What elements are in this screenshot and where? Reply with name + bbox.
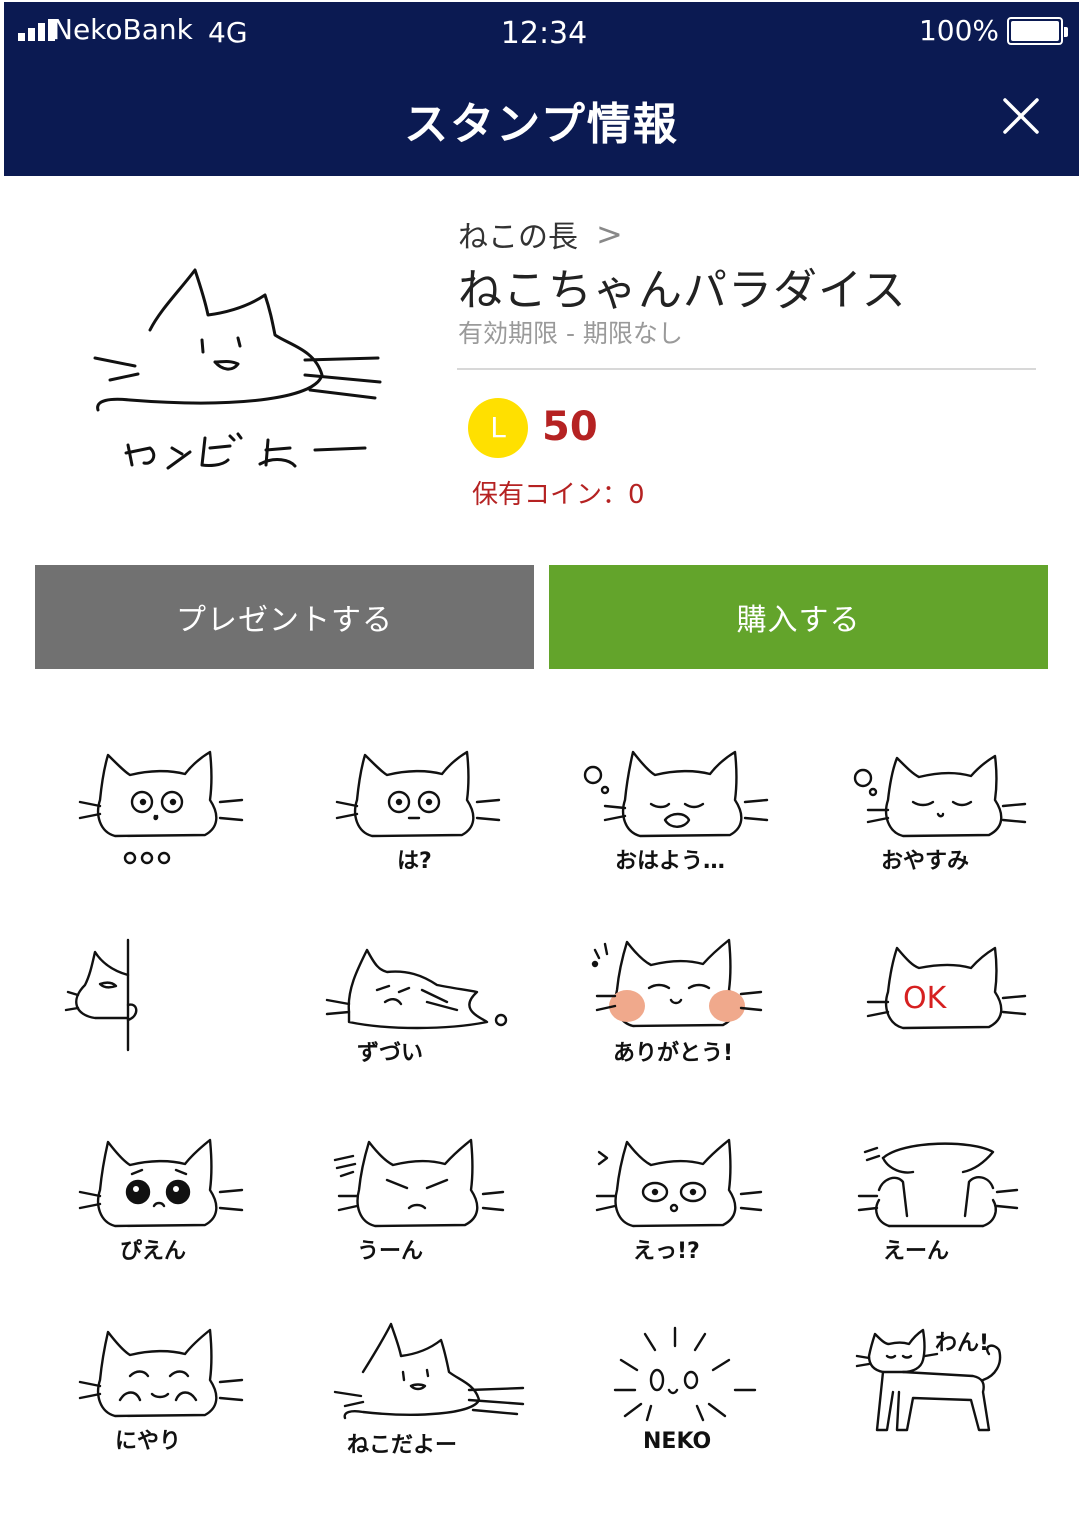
sticker-item[interactable] [70, 740, 270, 900]
page-title: スタンプ情報 [404, 99, 679, 150]
sticker-item[interactable] [64, 930, 270, 1090]
sticker-item[interactable]: NEKO [585, 1320, 785, 1480]
svg-text:うーん: うーん [357, 1239, 423, 1264]
cat-sticker-icon: ずづい [325, 948, 508, 1066]
sticker-item[interactable]: にやり [70, 1320, 270, 1480]
cat-sticker-icon: OK [866, 946, 1027, 1030]
sticker-item[interactable]: えっ!? [585, 1130, 785, 1290]
cat-sticker-icon: おやすみ [853, 754, 1027, 874]
svg-text:ねこだよー: ねこだよー [347, 1433, 457, 1458]
svg-text:にやり: にやり [115, 1429, 181, 1454]
svg-text:おはよう…: おはよう… [615, 849, 725, 874]
cat-sticker-icon: おはよう… [583, 750, 769, 874]
svg-text:は?: は? [397, 849, 432, 874]
cat-sticker-icon: えっ!? [595, 1138, 763, 1264]
validity-text: 有効期限 - 期限なし [458, 319, 683, 348]
battery-icon [1007, 17, 1068, 45]
sticker-item[interactable]: おはよう… [583, 740, 785, 900]
svg-text:OK: OK [903, 981, 948, 1016]
sticker-item[interactable]: は? [327, 740, 527, 900]
svg-text:わん!: わん! [935, 1331, 989, 1356]
svg-text:NEKO: NEKO [643, 1429, 711, 1454]
battery-percent: 100% [918, 14, 999, 47]
sticker-item[interactable]: ずづい [325, 930, 527, 1090]
sticker-item[interactable]: ねこだよー [327, 1320, 527, 1480]
cat-sticker-icon: うーん [333, 1138, 505, 1264]
author-name: ねこの長 [458, 220, 578, 255]
cat-sticker-icon: えーん [857, 1142, 1019, 1264]
coin-icon: L [468, 398, 528, 458]
sticker-item[interactable]: えーん [843, 1130, 1043, 1290]
cat-sticker-icon: にやり [78, 1328, 244, 1454]
status-bar: NekoBank 4G 12:34 100% [4, 2, 1079, 62]
cat-sticker-icon [64, 938, 138, 1052]
sticker-item[interactable]: ありがとう! [585, 930, 785, 1090]
cat-sticker-icon: ありがとう! [591, 938, 763, 1066]
sticker-item[interactable]: OK [843, 930, 1043, 1090]
sticker-item[interactable]: うーん [327, 1130, 527, 1290]
sticker-item[interactable]: ぴえん [70, 1130, 270, 1290]
cat-sticker-icon: ぴえん [78, 1138, 244, 1264]
price: 50 [542, 404, 598, 450]
svg-text:おやすみ: おやすみ [881, 849, 969, 874]
owned-coins: 保有コイン：0 [472, 480, 645, 510]
cat-sticker-icon: わん! [855, 1328, 1002, 1432]
buy-button[interactable]: 購入する [549, 565, 1048, 669]
cat-sticker-icon [78, 750, 244, 865]
pack-title: ねこちゃんパラダイス [458, 265, 907, 316]
cat-sticker-icon [93, 268, 382, 470]
svg-text:ぴえん: ぴえん [120, 1239, 186, 1264]
main-sticker-image [90, 260, 390, 480]
close-button[interactable] [1001, 96, 1041, 136]
sticker-item[interactable]: わん! [843, 1320, 1043, 1480]
cat-sticker-icon: NEKO [613, 1326, 757, 1454]
close-icon [1003, 98, 1039, 134]
sticker-item[interactable]: おやすみ [843, 740, 1043, 900]
gift-button[interactable]: プレゼントする [35, 565, 534, 669]
header-bar: NekoBank 4G 12:34 100% スタンプ情報 [4, 2, 1079, 176]
cat-sticker-icon: は? [335, 750, 501, 874]
svg-text:えーん: えーん [883, 1239, 949, 1264]
chevron-right-icon: > [596, 215, 623, 253]
svg-text:ありがとう!: ありがとう! [613, 1040, 733, 1066]
divider [457, 368, 1036, 370]
svg-text:えっ!?: えっ!? [633, 1239, 700, 1264]
cat-sticker-icon: ねこだよー [333, 1322, 525, 1458]
svg-text:ずづい: ずづい [357, 1041, 423, 1066]
author-link[interactable]: ねこの長 > [458, 212, 623, 256]
